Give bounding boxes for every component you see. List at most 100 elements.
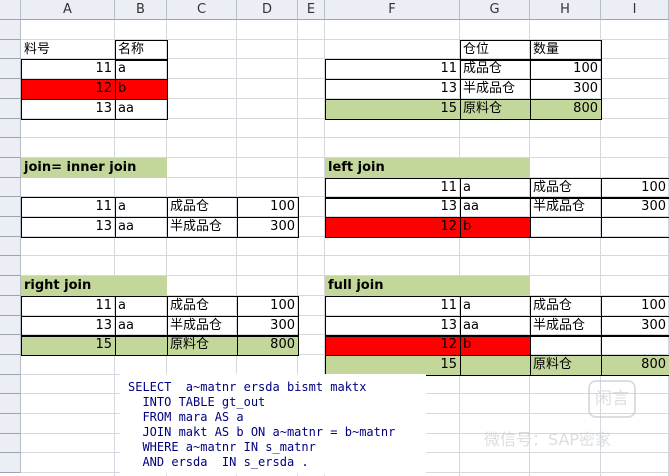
cell-g10[interactable]: aa bbox=[460, 197, 530, 217]
cell-i10[interactable]: 300 bbox=[601, 197, 669, 217]
row-header-23[interactable]: 23 bbox=[0, 453, 21, 473]
cell-b16[interactable]: aa bbox=[115, 316, 167, 336]
cell-a17[interactable]: 15 bbox=[21, 335, 115, 355]
row-header-22[interactable]: 22 bbox=[0, 434, 21, 453]
cell-c11[interactable]: 半成品仓 bbox=[167, 217, 237, 237]
cell-f4[interactable]: 13 bbox=[325, 79, 460, 99]
cell-h3[interactable]: 100 bbox=[530, 59, 601, 79]
cell-f3[interactable]: 11 bbox=[325, 59, 460, 79]
cell-d11[interactable]: 300 bbox=[237, 217, 298, 237]
cell-c17[interactable]: 原料仓 bbox=[167, 335, 237, 355]
cell-c15[interactable]: 成品仓 bbox=[167, 296, 237, 316]
row-header-14[interactable]: 14 bbox=[0, 276, 21, 296]
code-line: INTO TABLE gt_out bbox=[128, 395, 266, 409]
row-header-13[interactable]: 13 bbox=[0, 256, 21, 276]
row-header-11[interactable]: 11 bbox=[0, 217, 21, 237]
cell-f5[interactable]: 15 bbox=[325, 99, 460, 119]
cell-b15[interactable]: a bbox=[115, 296, 167, 316]
cell-h16[interactable]: 半成品仓 bbox=[530, 316, 601, 336]
cell-h2[interactable]: 数量 bbox=[530, 40, 601, 60]
row-header-15[interactable]: 15 bbox=[0, 296, 21, 316]
cell-a11[interactable]: 13 bbox=[21, 217, 115, 237]
inner-join-title[interactable]: join= inner join bbox=[21, 158, 167, 178]
row-header-3[interactable]: 3 bbox=[0, 59, 21, 79]
column-header-h[interactable]: H bbox=[530, 0, 601, 20]
column-header-g[interactable]: G bbox=[460, 0, 530, 20]
cell-f9[interactable]: 11 bbox=[325, 178, 460, 198]
cell-i18[interactable]: 800 bbox=[601, 355, 669, 375]
row-header-6[interactable]: 6 bbox=[0, 119, 21, 138]
cell-f17[interactable]: 12 bbox=[325, 335, 460, 355]
row-header-10[interactable]: 10 bbox=[0, 197, 21, 217]
cell-i16[interactable]: 300 bbox=[601, 316, 669, 336]
row-header-18[interactable]: 18 bbox=[0, 355, 21, 375]
column-header-c[interactable]: C bbox=[167, 0, 237, 20]
cell-c10[interactable]: 成品仓 bbox=[167, 197, 237, 217]
cell-b4[interactable]: b bbox=[115, 79, 167, 99]
select-all-corner[interactable] bbox=[0, 0, 21, 20]
cell-a15[interactable]: 11 bbox=[21, 296, 115, 316]
cell-f16[interactable]: 13 bbox=[325, 316, 460, 336]
cell-d15[interactable]: 100 bbox=[237, 296, 298, 316]
cell-b10[interactable]: a bbox=[115, 197, 167, 217]
cell-a3[interactable]: 11 bbox=[21, 59, 115, 79]
cell-h15[interactable]: 成品仓 bbox=[530, 296, 601, 316]
row-header-9[interactable]: 9 bbox=[0, 178, 21, 197]
cell-d10[interactable]: 100 bbox=[237, 197, 298, 217]
cell-c16[interactable]: 半成品仓 bbox=[167, 316, 237, 336]
cell-i9[interactable]: 100 bbox=[601, 178, 669, 198]
column-header-e[interactable]: E bbox=[298, 0, 325, 20]
row-header-1[interactable]: 1 bbox=[0, 20, 21, 40]
row-header-17[interactable]: 17 bbox=[0, 335, 21, 355]
row-header-5[interactable]: 5 bbox=[0, 99, 21, 119]
cell-a10[interactable]: 11 bbox=[21, 197, 115, 217]
cell-f18[interactable]: 15 bbox=[325, 355, 460, 375]
cell-g11[interactable]: b bbox=[460, 217, 530, 237]
row-header-16[interactable]: 16 bbox=[0, 316, 21, 335]
column-header-a[interactable]: A bbox=[21, 0, 115, 20]
row-header-4[interactable]: 4 bbox=[0, 79, 21, 99]
cell-b5[interactable]: aa bbox=[115, 99, 167, 119]
column-header-i[interactable]: I bbox=[601, 0, 669, 20]
cell-b11[interactable]: aa bbox=[115, 217, 167, 237]
cell-h18[interactable]: 原料仓 bbox=[530, 355, 601, 375]
column-header-d[interactable]: D bbox=[237, 0, 298, 20]
cell-g17[interactable]: b bbox=[460, 335, 530, 355]
cell-f11[interactable]: 12 bbox=[325, 217, 460, 237]
cell-g16[interactable]: aa bbox=[460, 316, 530, 336]
cell-d16[interactable]: 300 bbox=[237, 316, 298, 336]
column-header-f[interactable]: F bbox=[325, 0, 460, 20]
cell-a2[interactable]: 料号 bbox=[21, 40, 115, 60]
cell-g15[interactable]: a bbox=[460, 296, 530, 316]
cell-h10[interactable]: 半成品仓 bbox=[530, 197, 601, 217]
cell-b2[interactable]: 名称 bbox=[115, 40, 167, 60]
cell-h5[interactable]: 800 bbox=[530, 99, 601, 119]
column-header-b[interactable]: B bbox=[115, 0, 167, 20]
row-header-2[interactable]: 2 bbox=[0, 40, 21, 59]
cell-g2[interactable]: 仓位 bbox=[460, 40, 530, 60]
cell-border bbox=[530, 335, 602, 356]
cell-g3[interactable]: 成品仓 bbox=[460, 59, 530, 79]
cell-i15[interactable]: 100 bbox=[601, 296, 669, 316]
cell-f10[interactable]: 13 bbox=[325, 197, 460, 217]
cell-g9[interactable]: a bbox=[460, 178, 530, 198]
full-join-title[interactable]: full join bbox=[325, 276, 530, 296]
left-join-title[interactable]: left join bbox=[325, 158, 530, 178]
cell-b3[interactable]: a bbox=[115, 59, 167, 79]
row-header-19[interactable]: 19 bbox=[0, 375, 21, 394]
cell-a16[interactable]: 13 bbox=[21, 316, 115, 336]
row-header-7[interactable]: 7 bbox=[0, 138, 21, 158]
cell-f15[interactable]: 11 bbox=[325, 296, 460, 316]
row-header-20[interactable]: 20 bbox=[0, 394, 21, 414]
row-header-12[interactable]: 12 bbox=[0, 237, 21, 256]
row-header-8[interactable]: 8 bbox=[0, 158, 21, 178]
cell-h9[interactable]: 成品仓 bbox=[530, 178, 601, 198]
right-join-title[interactable]: right join bbox=[21, 276, 167, 296]
cell-h4[interactable]: 300 bbox=[530, 79, 601, 99]
cell-a5[interactable]: 13 bbox=[21, 99, 115, 119]
row-header-21[interactable]: 21 bbox=[0, 414, 21, 434]
cell-g4[interactable]: 半成品仓 bbox=[460, 79, 530, 99]
cell-a4[interactable]: 12 bbox=[21, 79, 115, 99]
cell-d17[interactable]: 800 bbox=[237, 335, 298, 355]
cell-g5[interactable]: 原料仓 bbox=[460, 99, 530, 119]
